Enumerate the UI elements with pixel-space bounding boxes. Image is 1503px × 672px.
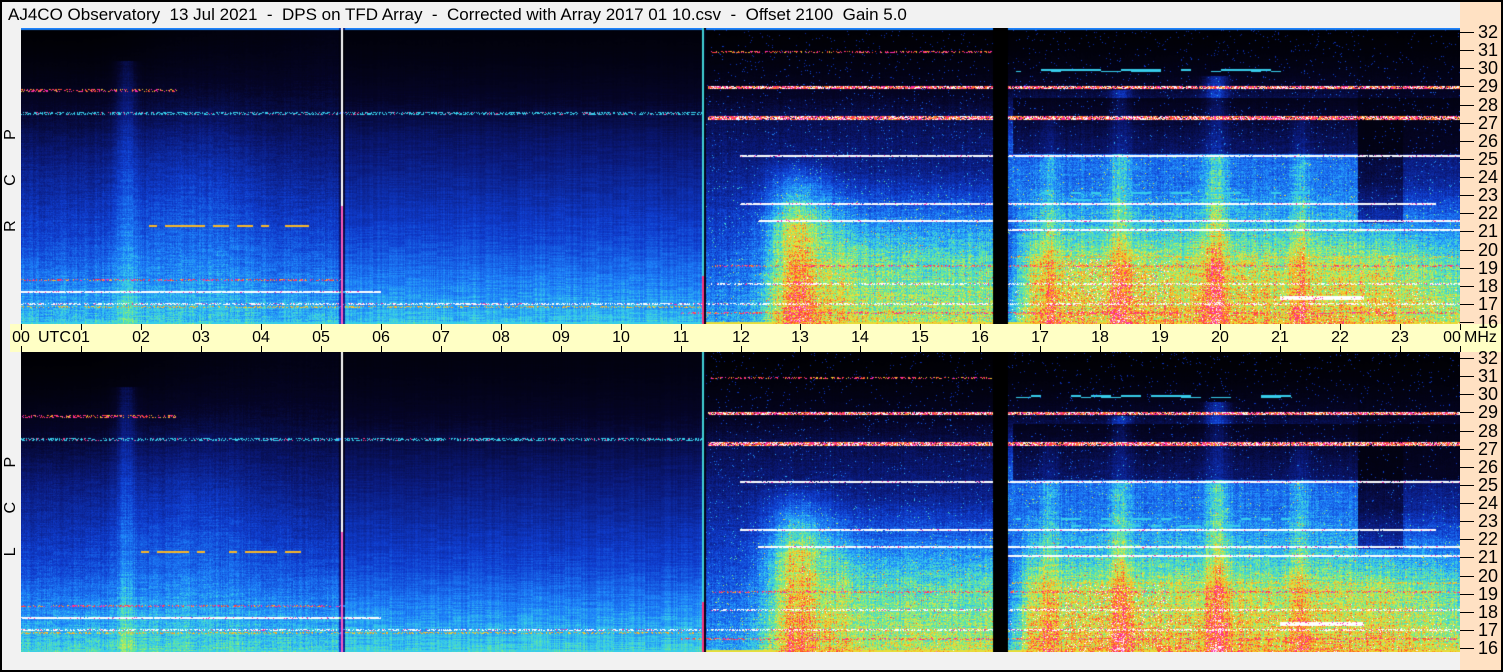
freq-tick (1460, 485, 1474, 486)
utc-label: UTC (38, 329, 71, 346)
freq-label: 24 (1478, 493, 1499, 513)
freq-label: 21 (1478, 547, 1499, 567)
freq-tick (1460, 68, 1474, 69)
title-bar-text: AJ4CO Observatory 13 Jul 2021 - DPS on T… (8, 5, 907, 24)
freq-label: 18 (1478, 276, 1499, 296)
freq-tick (1460, 105, 1474, 106)
time-label: 21 (1271, 329, 1289, 346)
freq-label: 31 (1478, 40, 1499, 60)
freq-tick (1460, 503, 1474, 504)
rcp-panel-label: R C P (2, 120, 19, 232)
freq-tick (1460, 557, 1474, 558)
freq-label: 29 (1478, 76, 1499, 96)
lcp-panel-label: L C P (2, 447, 19, 557)
freq-tick (1460, 394, 1474, 395)
freq-label: 29 (1478, 402, 1499, 422)
time-label: 04 (252, 329, 270, 346)
freq-tick (1460, 286, 1474, 287)
freq-label: 27 (1478, 113, 1499, 133)
time-label: 20 (1211, 329, 1229, 346)
freq-tick (1460, 213, 1474, 214)
freq-label: 22 (1478, 203, 1499, 223)
freq-label: 30 (1478, 58, 1499, 78)
freq-label: 19 (1478, 584, 1499, 604)
time-label: 12 (732, 329, 750, 346)
freq-tick (1460, 594, 1474, 595)
freq-tick (1460, 123, 1474, 124)
freq-label: 30 (1478, 384, 1499, 404)
time-label: 22 (1331, 329, 1349, 346)
freq-label: 27 (1478, 439, 1499, 459)
app-frame: AJ4CO Observatory 13 Jul 2021 - DPS on T… (0, 0, 1503, 672)
freq-tick (1460, 358, 1474, 359)
freq-tick (1460, 86, 1474, 87)
time-label: 19 (1151, 329, 1169, 346)
freq-label: 26 (1478, 457, 1499, 477)
freq-label: 26 (1478, 131, 1499, 151)
freq-tick (1460, 376, 1474, 377)
freq-label: 21 (1478, 221, 1499, 241)
freq-tick (1460, 322, 1474, 323)
freq-label: 17 (1478, 620, 1499, 640)
freq-label: 23 (1478, 185, 1499, 205)
time-label: 14 (851, 329, 869, 346)
freq-label: 28 (1478, 421, 1499, 441)
freq-tick (1460, 612, 1474, 613)
freq-tick (1460, 304, 1474, 305)
freq-tick (1460, 231, 1474, 232)
freq-label: 16 (1478, 312, 1499, 332)
spectrogram-rcp-canvas (21, 28, 1460, 324)
freq-tick (1460, 431, 1474, 432)
freq-tick (1460, 177, 1474, 178)
freq-label: 23 (1478, 511, 1499, 531)
time-label: 18 (1091, 329, 1109, 346)
freq-label: 28 (1478, 95, 1499, 115)
freq-tick (1460, 539, 1474, 540)
freq-tick (1460, 576, 1474, 577)
time-label: 06 (372, 329, 390, 346)
time-label: 23 (1391, 329, 1409, 346)
freq-tick (1460, 32, 1474, 33)
time-label: 17 (1031, 329, 1049, 346)
time-label: 08 (492, 329, 510, 346)
freq-label: 19 (1478, 258, 1499, 278)
freq-label: 20 (1478, 240, 1499, 260)
freq-tick (1460, 412, 1474, 413)
time-label: 02 (132, 329, 150, 346)
time-label: 10 (612, 329, 630, 346)
time-label: 09 (552, 329, 570, 346)
time-label: 03 (192, 329, 210, 346)
freq-tick (1460, 648, 1474, 649)
freq-label: 31 (1478, 366, 1499, 386)
freq-tick (1460, 141, 1474, 142)
time-label: 07 (432, 329, 450, 346)
freq-label: 22 (1478, 529, 1499, 549)
freq-tick (1460, 630, 1474, 631)
freq-tick (1460, 50, 1474, 51)
freq-label: 18 (1478, 602, 1499, 622)
freq-tick (1460, 268, 1474, 269)
freq-label: 32 (1478, 348, 1499, 368)
time-label: 00 (12, 329, 30, 346)
freq-label: 16 (1478, 638, 1499, 658)
freq-label: 20 (1478, 566, 1499, 586)
freq-label: 25 (1478, 475, 1499, 495)
time-label: 05 (312, 329, 330, 346)
freq-label: 24 (1478, 167, 1499, 187)
freq-label: 17 (1478, 294, 1499, 314)
freq-label: 25 (1478, 149, 1499, 169)
freq-label: 32 (1478, 22, 1499, 42)
freq-tick (1460, 449, 1474, 450)
freq-tick (1460, 521, 1474, 522)
freq-tick (1460, 467, 1474, 468)
spectrogram-lcp-canvas (21, 352, 1460, 652)
time-label: 11 (672, 329, 690, 346)
time-label: 16 (971, 329, 989, 346)
freq-tick (1460, 195, 1474, 196)
time-label: 13 (791, 329, 809, 346)
freq-tick (1460, 159, 1474, 160)
freq-tick (1460, 250, 1474, 251)
time-label: 15 (911, 329, 929, 346)
